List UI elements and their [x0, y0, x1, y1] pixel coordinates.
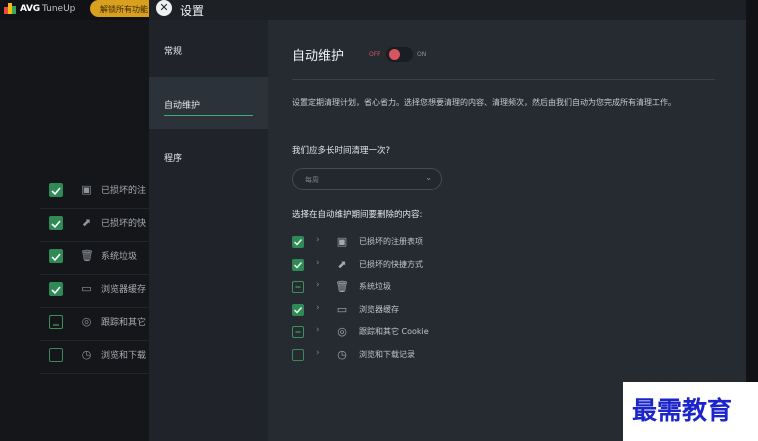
item-checkbox[interactable] [292, 348, 304, 361]
nav-item-label: 程序 [164, 154, 183, 164]
clock-icon: ◷ [337, 347, 347, 361]
frequency-dropdown[interactable]: 每周 ⌄ [292, 168, 442, 190]
item-label: 已损坏的快捷方式 [359, 259, 423, 269]
toggle-off-label: OFF [369, 51, 381, 58]
tracking-icon: ◎ [337, 325, 347, 338]
item-checkbox[interactable] [292, 303, 304, 316]
registry-icon: ▣ [81, 183, 92, 196]
window-edge [746, 0, 758, 441]
item-checkbox[interactable] [292, 281, 304, 293]
auto-maintenance-toggle[interactable] [386, 47, 413, 62]
item-label: 系统垃圾 [359, 282, 391, 291]
close-icon: ✕ [159, 1, 169, 14]
nav-item-auto-maintenance[interactable]: 自动维护 [149, 77, 268, 129]
background-list-item: ▣ 已损坏的注 [40, 176, 160, 209]
settings-content: 自动维护 OFF ON 设置定期清理计划，省心省力。选择您想要清理的内容、清理频… [268, 20, 746, 441]
avg-logo-icon [4, 3, 18, 14]
registry-icon: ▣ [336, 235, 348, 248]
item-label: 浏览器缓存 [359, 304, 399, 314]
chevron-down-icon: ⌄ [425, 173, 432, 182]
section-description: 设置定期清理计划，省心省力。选择您想要清理的内容、清理频次，然后由我们自动为您完… [292, 98, 676, 107]
chevron-right-icon[interactable]: › [316, 258, 320, 268]
close-button[interactable]: ✕ [156, 0, 172, 16]
chevron-right-icon[interactable]: › [316, 303, 320, 313]
background-item-label: 系统垃圾 [101, 252, 138, 262]
background-checkbox [49, 315, 63, 329]
list-item: › ◎ 跟踪和其它 Cookie [292, 321, 592, 344]
cleanup-items-list: › ▣ 已损坏的注册表项 › ⬈ 已损坏的快捷方式 › 🗑 系统垃圾 › ▭ 浏… [292, 231, 592, 366]
section-title: 自动维护 [292, 49, 345, 64]
item-checkbox[interactable] [292, 326, 304, 338]
clock-icon: ◷ [81, 348, 92, 361]
background-list-item: ⬈ 已损坏的快 [40, 209, 160, 242]
list-item: › ▭ 浏览器缓存 [292, 299, 592, 322]
chevron-right-icon[interactable]: › [316, 325, 320, 335]
browser-icon: ▭ [81, 282, 92, 295]
background-item-label: 跟踪和其它 [101, 318, 147, 328]
background-item-label: 已损坏的注 [101, 186, 147, 196]
frequency-value: 每周 [305, 176, 319, 184]
background-checkbox [49, 282, 63, 296]
settings-nav: 常规 自动维护 程序 [149, 20, 268, 441]
items-question: 选择在自动维护期间要删除的内容: [292, 210, 423, 220]
list-item: › ▣ 已损坏的注册表项 [292, 231, 592, 254]
chevron-right-icon[interactable]: › [316, 280, 320, 290]
item-checkbox[interactable] [292, 236, 304, 248]
list-item: › ⬈ 已损坏的快捷方式 [292, 254, 592, 277]
frequency-question: 我们应多长时间清理一次? [292, 146, 391, 156]
background-item-label: 浏览和下载 [101, 351, 147, 361]
shortcut-icon: ⬈ [81, 216, 92, 229]
trash-icon: 🗑 [335, 280, 349, 293]
product-name: TuneUp [42, 4, 76, 14]
item-label: 跟踪和其它 Cookie [359, 327, 429, 336]
toggle-knob [389, 49, 400, 60]
list-item: › ◷ 浏览和下载记录 [292, 344, 592, 367]
item-checkbox[interactable] [292, 258, 304, 271]
nav-item-label: 常规 [164, 47, 183, 57]
background-item-label: 浏览器缓存 [101, 285, 147, 295]
item-label: 已损坏的注册表项 [359, 237, 423, 246]
nav-item-general[interactable]: 常规 [149, 23, 268, 75]
background-list-item: ◷ 浏览和下载 [40, 341, 160, 374]
background-list-item: ◎ 跟踪和其它 [40, 308, 160, 341]
background-list-item: 🗑 系统垃圾 [40, 242, 160, 275]
item-label: 浏览和下载记录 [359, 349, 415, 359]
dialog-header: ✕ 设置 [149, 0, 746, 20]
background-checkbox [49, 249, 63, 263]
background-list-item: ▭ 浏览器缓存 [40, 275, 160, 308]
chevron-right-icon[interactable]: › [316, 235, 320, 245]
list-item: › 🗑 系统垃圾 [292, 276, 592, 299]
avg-logo: AVG [4, 3, 40, 14]
tracking-icon: ◎ [81, 315, 92, 328]
chevron-right-icon[interactable]: › [316, 348, 320, 358]
dialog-title: 设置 [180, 4, 205, 18]
settings-dialog: ✕ 设置 常规 自动维护 程序 自动维护 OFF ON 设置定期清理计划，省心省… [149, 0, 746, 441]
nav-item-programs[interactable]: 程序 [149, 130, 268, 182]
background-checkbox [49, 216, 63, 230]
browser-icon: ▭ [336, 302, 348, 316]
active-nav-indicator [164, 115, 253, 116]
shortcut-icon: ⬈ [337, 257, 347, 271]
header-divider [292, 79, 715, 80]
background-item-label: 已损坏的快 [101, 219, 147, 229]
toggle-on-label: ON [417, 51, 427, 58]
trash-icon: 🗑 [80, 249, 94, 262]
nav-item-label: 自动维护 [164, 101, 201, 111]
background-cleanup-list: ▣ 已损坏的注 ⬈ 已损坏的快 🗑 系统垃圾 ▭ 浏览器缓存 ◎ 跟踪和其它 ◷… [40, 176, 160, 374]
background-checkbox [49, 348, 63, 362]
watermark-text: 最需教育 [632, 396, 733, 425]
avg-brand-text: AVG [20, 3, 40, 14]
background-checkbox [49, 183, 63, 197]
